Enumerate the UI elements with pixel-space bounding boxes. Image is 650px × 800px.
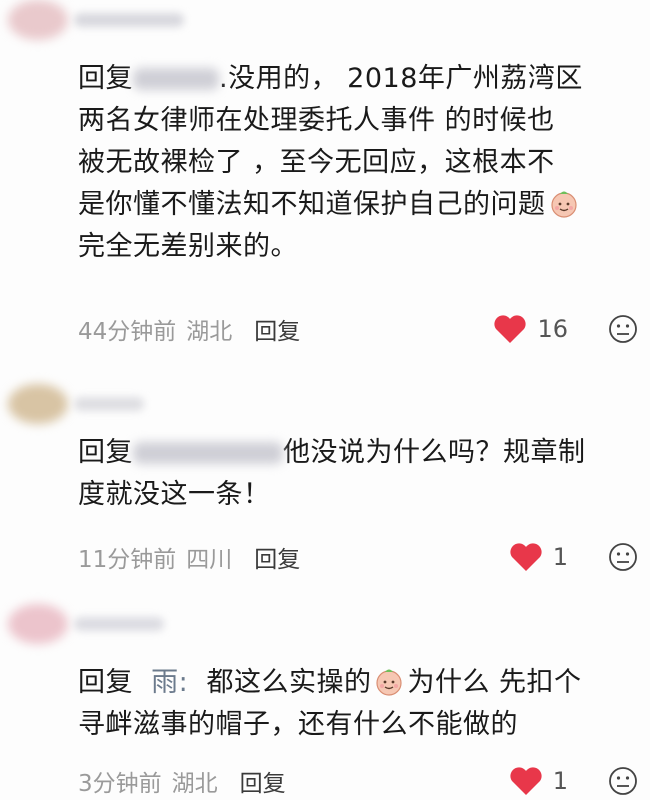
comment-3-meta: 3分钟前 湖北 回复 1 <box>78 764 638 798</box>
reply-button[interactable]: 回复 <box>254 540 300 574</box>
avatar[interactable] <box>8 604 68 644</box>
reply-prefix: 回复 <box>78 437 133 468</box>
like-count: 1 <box>552 767 568 795</box>
location: 湖北 <box>186 319 233 345</box>
comment-line: 回复 雨: 都这么实操的 为什么 先扣个 <box>78 662 638 704</box>
heart-icon <box>510 767 542 795</box>
comment-line: 完全无差别来的。 <box>78 231 298 262</box>
dislike-face-icon[interactable] <box>608 542 638 572</box>
reply-prefix: 回复 <box>78 667 133 698</box>
comment-line-text: 是你懂不懂法知不知道保护自己的问题 <box>78 189 546 220</box>
smiling-emoji-icon <box>373 665 405 697</box>
comment-1-meta: 44分钟前 湖北 回复 16 <box>78 312 638 346</box>
reply-target-blurred[interactable] <box>133 68 219 90</box>
heart-icon <box>510 543 542 571</box>
like-count: 16 <box>537 315 568 343</box>
comment-line: 回复 .没用的， 2018年广州荔湾区 <box>78 58 638 100</box>
avatar[interactable] <box>8 0 68 40</box>
reply-prefix: 回复 <box>78 63 133 94</box>
reply-button[interactable]: 回复 <box>240 764 286 798</box>
comment-3-author[interactable] <box>8 604 164 644</box>
dislike-face-icon[interactable] <box>608 314 638 344</box>
comment-line: 是你懂不懂法知不知道保护自己的问题 <box>78 184 638 226</box>
like-count: 1 <box>552 543 568 571</box>
comment-1-text: 回复 .没用的， 2018年广州荔湾区 两名女律师在处理委托人事件 的时候也 被无… <box>78 58 638 268</box>
smiling-emoji-icon <box>548 187 580 219</box>
comment-line: 两名女律师在处理委托人事件 的时候也 <box>78 105 555 136</box>
comment-line: 寻衅滋事的帽子，还有什么不能做的 <box>78 709 518 740</box>
comment-2-meta: 11分钟前 四川 回复 1 <box>78 540 638 574</box>
username-blurred[interactable] <box>74 617 164 631</box>
like-button[interactable]: 16 <box>493 314 568 344</box>
comment-line-text: 都这么实操的 <box>206 667 372 698</box>
comment-line: 度就没这一条！ <box>78 479 271 510</box>
comment-line-text: 为什么 先扣个 <box>407 667 582 698</box>
like-button[interactable]: 1 <box>509 542 568 572</box>
timestamp: 3分钟前 <box>78 771 162 797</box>
comment-3-text: 回复 雨: 都这么实操的 为什么 先扣个 寻衅滋事的帽子，还有什么不能做的 <box>78 662 638 746</box>
like-button[interactable]: 1 <box>509 766 568 796</box>
username-blurred[interactable] <box>74 13 184 27</box>
reply-button[interactable]: 回复 <box>254 312 300 346</box>
comment-2-text: 回复 他没说为什么吗？规章制 度就没这一条！ <box>78 432 638 516</box>
location: 湖北 <box>171 771 218 797</box>
comment-line-text: 他没说为什么吗？规章制 <box>283 437 586 468</box>
comment-line-text: .没用的， 2018年广州荔湾区 <box>219 63 583 94</box>
avatar[interactable] <box>8 384 68 424</box>
location: 四川 <box>186 547 233 573</box>
username-blurred[interactable] <box>74 397 144 411</box>
timestamp: 44分钟前 <box>78 319 177 345</box>
reply-target-name[interactable]: 雨: <box>151 667 188 698</box>
dislike-face-icon[interactable] <box>608 766 638 796</box>
comment-line: 回复 他没说为什么吗？规章制 <box>78 432 638 474</box>
heart-icon <box>494 315 527 343</box>
comment-1-author[interactable] <box>8 0 184 40</box>
reply-target-blurred[interactable] <box>133 442 283 464</box>
comment-2-author[interactable] <box>8 384 144 424</box>
comment-line: 被无故裸检了 ，至今无回应，这根本不 <box>78 147 555 178</box>
timestamp: 11分钟前 <box>78 547 177 573</box>
